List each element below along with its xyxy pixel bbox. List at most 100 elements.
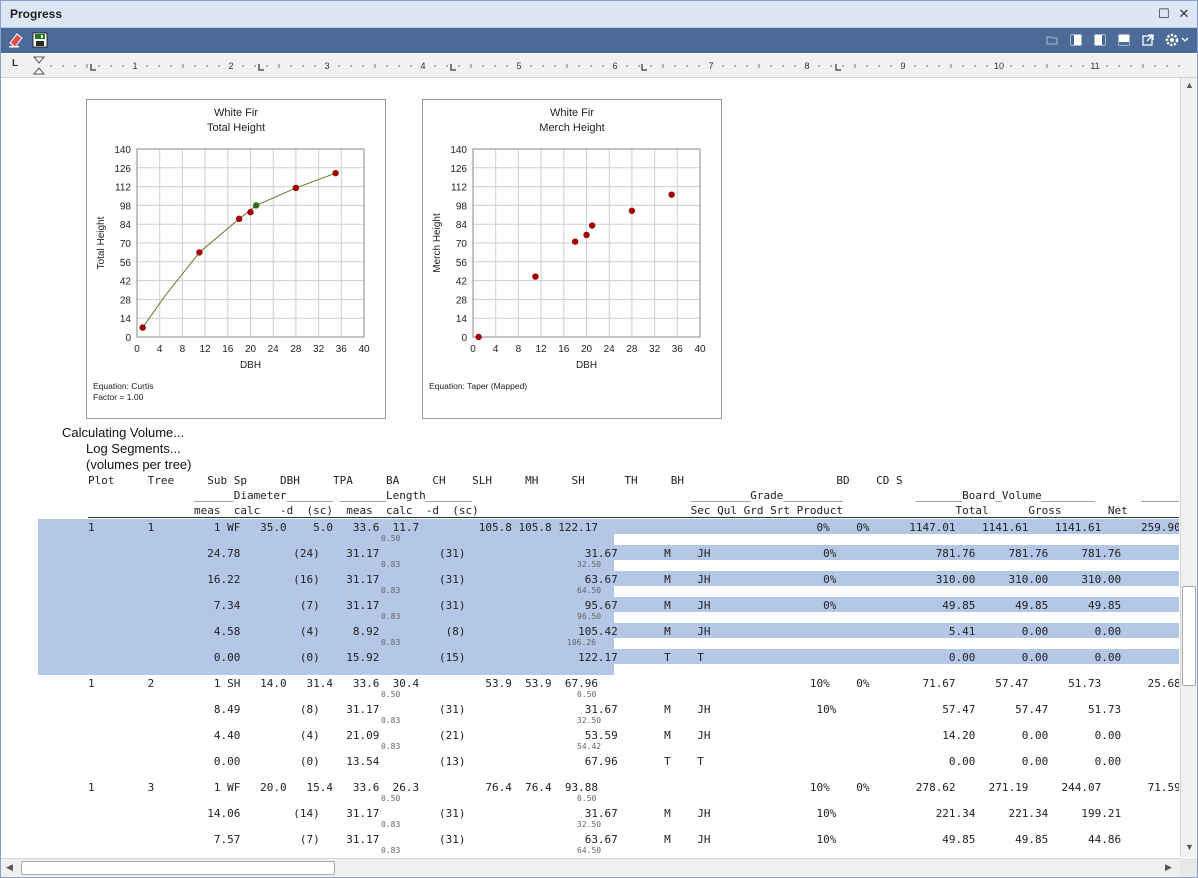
data-point — [196, 249, 203, 256]
scroll-left-arrow[interactable]: ◀ — [6, 862, 13, 873]
horizontal-scroll-thumb[interactable] — [21, 861, 335, 875]
chart-note: Equation: Curtis — [93, 381, 153, 391]
chart-total-height-svg: White Fir Total Height 0 4 8 12 16 20 24 28 32 36 40… — [93, 107, 370, 402]
report-header-1: Plot Tree Sub Sp DBH TPA BA CH SLH MH SH… — [88, 474, 903, 487]
table-row[interactable]: 8.49 (8) 31.17 (31) 31.67 M JH 10% 57.47… — [88, 703, 1121, 716]
report-header-3: meas calc -d (sc) meas calc -d (sc) Sec … — [88, 504, 1179, 517]
y-tick-label: 84 — [120, 220, 132, 231]
table-row[interactable]: 1 3 1 WF 20.0 15.4 33.6 26.3 76.4 76.4 9… — [88, 781, 1179, 794]
y-tick-label: 56 — [120, 258, 132, 269]
tab-stop — [90, 64, 96, 71]
data-point — [475, 333, 482, 341]
x-tick-label: 0 — [134, 344, 140, 355]
log-volumes: (volumes per tree) — [86, 457, 192, 472]
y-tick-label: 126 — [450, 164, 467, 175]
row-sub-value: 0.83 — [381, 846, 401, 855]
y-tick-label: 42 — [120, 277, 132, 288]
row-sub-height: 106.26 — [567, 638, 596, 647]
chart-note: Factor = 1.00 — [93, 392, 144, 402]
highlight-band-sub — [38, 534, 614, 545]
x-tick-label: 4 — [157, 344, 163, 355]
row-sub-value: 0.50 — [381, 794, 401, 803]
data-point — [292, 184, 300, 192]
scroll-right-arrow[interactable]: ▶ — [1165, 862, 1172, 873]
log-segments: Log Segments... — [86, 441, 181, 456]
data-point — [571, 238, 579, 245]
vertical-scroll-thumb[interactable] — [1182, 586, 1196, 686]
row-sub-value: 0.83 — [381, 560, 401, 569]
y-tick-label: 140 — [450, 145, 467, 156]
chart-subtitle: Total Height — [207, 122, 265, 134]
eraser-icon[interactable] — [7, 31, 25, 49]
layout-right-icon[interactable] — [1091, 31, 1109, 49]
table-row[interactable]: 4.58 (4) 8.92 (8) 105.42 M JH 5.41 0.00 … — [88, 625, 1121, 638]
ruler: L 1 2 3 4 5 6 7 8 9 10 11 — [1, 54, 1197, 78]
layout-left-icon[interactable] — [1067, 31, 1085, 49]
x-tick-label: 12 — [200, 344, 212, 355]
y-tick-label: 70 — [120, 239, 132, 250]
folder-icon[interactable] — [1043, 31, 1061, 49]
row-sub-height: 32.50 — [577, 560, 602, 569]
ruler-label: 5 — [516, 61, 521, 71]
progress-window: Progress ☐ ✕ L 1 2 3 4 5 6 7 8 9 10 11 W… — [0, 0, 1198, 878]
table-row[interactable]: 7.34 (7) 31.17 (31) 95.67 M JH 0% 49.85 … — [88, 599, 1121, 612]
scroll-corner — [1180, 858, 1197, 877]
table-row[interactable]: 14.06 (14) 31.17 (31) 31.67 M JH 10% 221… — [88, 807, 1121, 820]
table-row[interactable]: 0.00 (0) 13.54 (13) 67.96 T T 0.00 0.00 … — [88, 755, 1121, 768]
table-row[interactable]: 24.78 (24) 31.17 (31) 31.67 M JH 0% 781.… — [88, 547, 1121, 560]
x-tick-label: 16 — [222, 344, 234, 355]
row-sub-value: 0.50 — [381, 534, 401, 543]
report-view: White Fir Total Height 0 4 8 12 16 20 24 28 32 36 40… — [1, 78, 1179, 857]
chart-merch-height-svg: White Fir Merch Height 0 4 8 12 16 20 24 28 32 36 40… — [429, 107, 706, 391]
ruler-label: 10 — [994, 61, 1004, 71]
scroll-up-arrow[interactable]: ▲ — [1185, 80, 1194, 90]
y-tick-label: 0 — [461, 333, 467, 344]
title-bar: Progress ☐ ✕ — [1, 1, 1197, 28]
scroll-down-arrow[interactable]: ▼ — [1185, 842, 1194, 852]
chart-note: Equation: Taper (Mapped) — [429, 381, 527, 391]
row-sub-value: 0.83 — [381, 586, 401, 595]
row-sub-value: 0.83 — [381, 612, 401, 621]
table-row[interactable]: 4.40 (4) 21.09 (21) 53.59 M JH 14.20 0.0… — [88, 729, 1121, 742]
gear-dropdown-icon[interactable] — [1163, 31, 1191, 49]
x-tick-label: 20 — [581, 344, 593, 355]
ruler-label: 3 — [324, 61, 329, 71]
x-tick-label: 8 — [516, 344, 522, 355]
y-tick-label: 112 — [451, 183, 467, 194]
table-row[interactable]: 7.57 (7) 31.17 (31) 63.67 M JH 10% 49.85… — [88, 833, 1121, 846]
ruler-first-indent — [32, 56, 46, 64]
data-point — [668, 191, 675, 198]
x-axis-label: DBH — [576, 360, 597, 371]
x-tick-label: 8 — [180, 344, 186, 355]
row-sub-height: 64.50 — [577, 586, 602, 595]
row-sub-height: 32.50 — [577, 716, 602, 725]
highlight-band-sub — [38, 664, 614, 675]
close-button[interactable]: ✕ — [1175, 5, 1193, 23]
highlight-band-sub — [38, 612, 614, 623]
x-tick-label: 36 — [672, 344, 684, 355]
x-axis-label: DBH — [240, 360, 261, 371]
restore-button[interactable]: ☐ — [1155, 5, 1173, 23]
window-title: Progress — [10, 7, 63, 21]
table-row[interactable]: 1 2 1 SH 14.0 31.4 33.6 30.4 53.9 53.9 6… — [88, 677, 1179, 690]
table-row[interactable]: 1 1 1 WF 35.0 5.0 33.6 11.7 105.8 105.8 … — [88, 521, 1179, 534]
table-row[interactable]: 16.22 (16) 31.17 (31) 63.67 M JH 0% 310.… — [88, 573, 1121, 586]
log-calculating: Calculating Volume... — [62, 425, 185, 440]
x-tick-label: 28 — [626, 344, 638, 355]
popout-icon[interactable] — [1139, 31, 1157, 49]
row-sub-value: 0.50 — [381, 690, 401, 699]
layout-bottom-icon[interactable] — [1115, 31, 1133, 49]
tab-stop — [641, 64, 647, 71]
save-icon[interactable] — [31, 31, 49, 49]
x-tick-label: 40 — [358, 344, 370, 355]
vertical-scrollbar[interactable]: ▲ ▼ — [1180, 78, 1197, 857]
y-tick-label: 140 — [114, 145, 131, 156]
chart-title: White Fir — [550, 107, 594, 119]
y-axis-label: Total Height — [96, 216, 107, 269]
row-sub-value: 0.83 — [381, 742, 401, 751]
data-point — [583, 231, 590, 239]
x-tick-label: 36 — [336, 344, 348, 355]
data-point — [588, 222, 596, 229]
y-tick-label: 84 — [456, 220, 468, 231]
table-row[interactable]: 0.00 (0) 15.92 (15) 122.17 T T 0.00 0.00… — [88, 651, 1121, 664]
